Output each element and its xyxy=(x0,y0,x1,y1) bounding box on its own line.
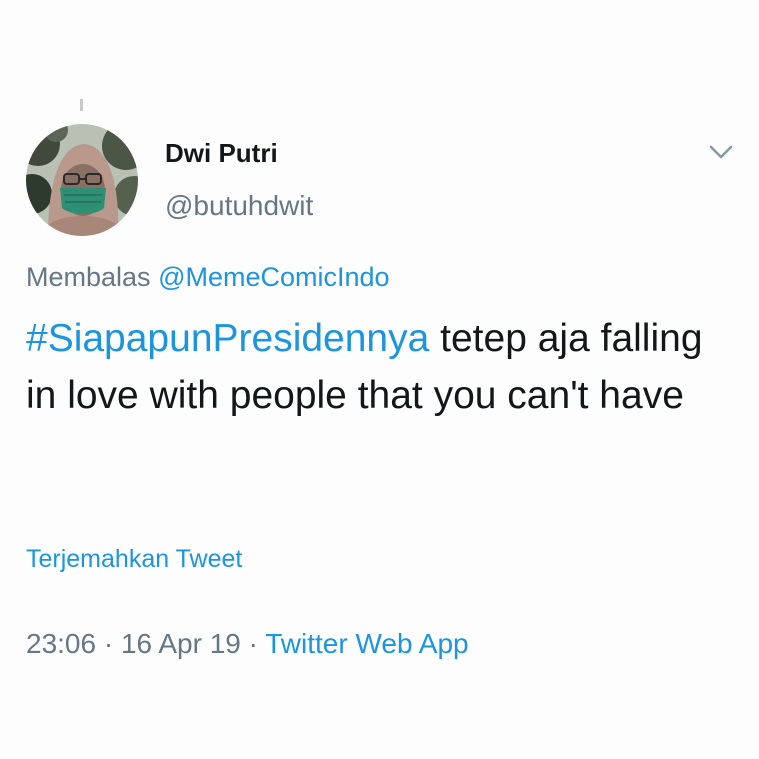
reply-prefix: Membalas xyxy=(26,262,151,292)
tweet-date[interactable]: 16 Apr 19 xyxy=(121,628,241,659)
meta-separator: · xyxy=(248,628,258,659)
translate-tweet-link[interactable]: Terjemahkan Tweet xyxy=(26,545,242,574)
meta-separator: · xyxy=(103,628,114,659)
tweet-text: #SiapapunPresidennya tetep aja falling i… xyxy=(26,310,741,424)
thread-connector xyxy=(80,99,83,111)
reply-mention-link[interactable]: @MemeComicIndo xyxy=(158,262,389,292)
tweet-meta: 23:06 · 16 Apr 19 · Twitter Web App xyxy=(26,628,469,660)
tweet-time[interactable]: 23:06 xyxy=(26,628,96,659)
tweet-source-link[interactable]: Twitter Web App xyxy=(265,628,468,659)
user-handle[interactable]: @butuhdwit xyxy=(165,190,313,222)
chevron-down-icon[interactable] xyxy=(704,140,738,164)
avatar-image xyxy=(26,124,138,236)
avatar[interactable] xyxy=(26,124,138,236)
reply-context: Membalas @MemeComicIndo xyxy=(26,262,390,293)
hashtag-link[interactable]: #SiapapunPresidennya xyxy=(26,317,429,360)
tweet-card: Dwi Putri @butuhdwit Membalas @MemeComic… xyxy=(0,0,759,759)
display-name[interactable]: Dwi Putri xyxy=(165,138,278,169)
